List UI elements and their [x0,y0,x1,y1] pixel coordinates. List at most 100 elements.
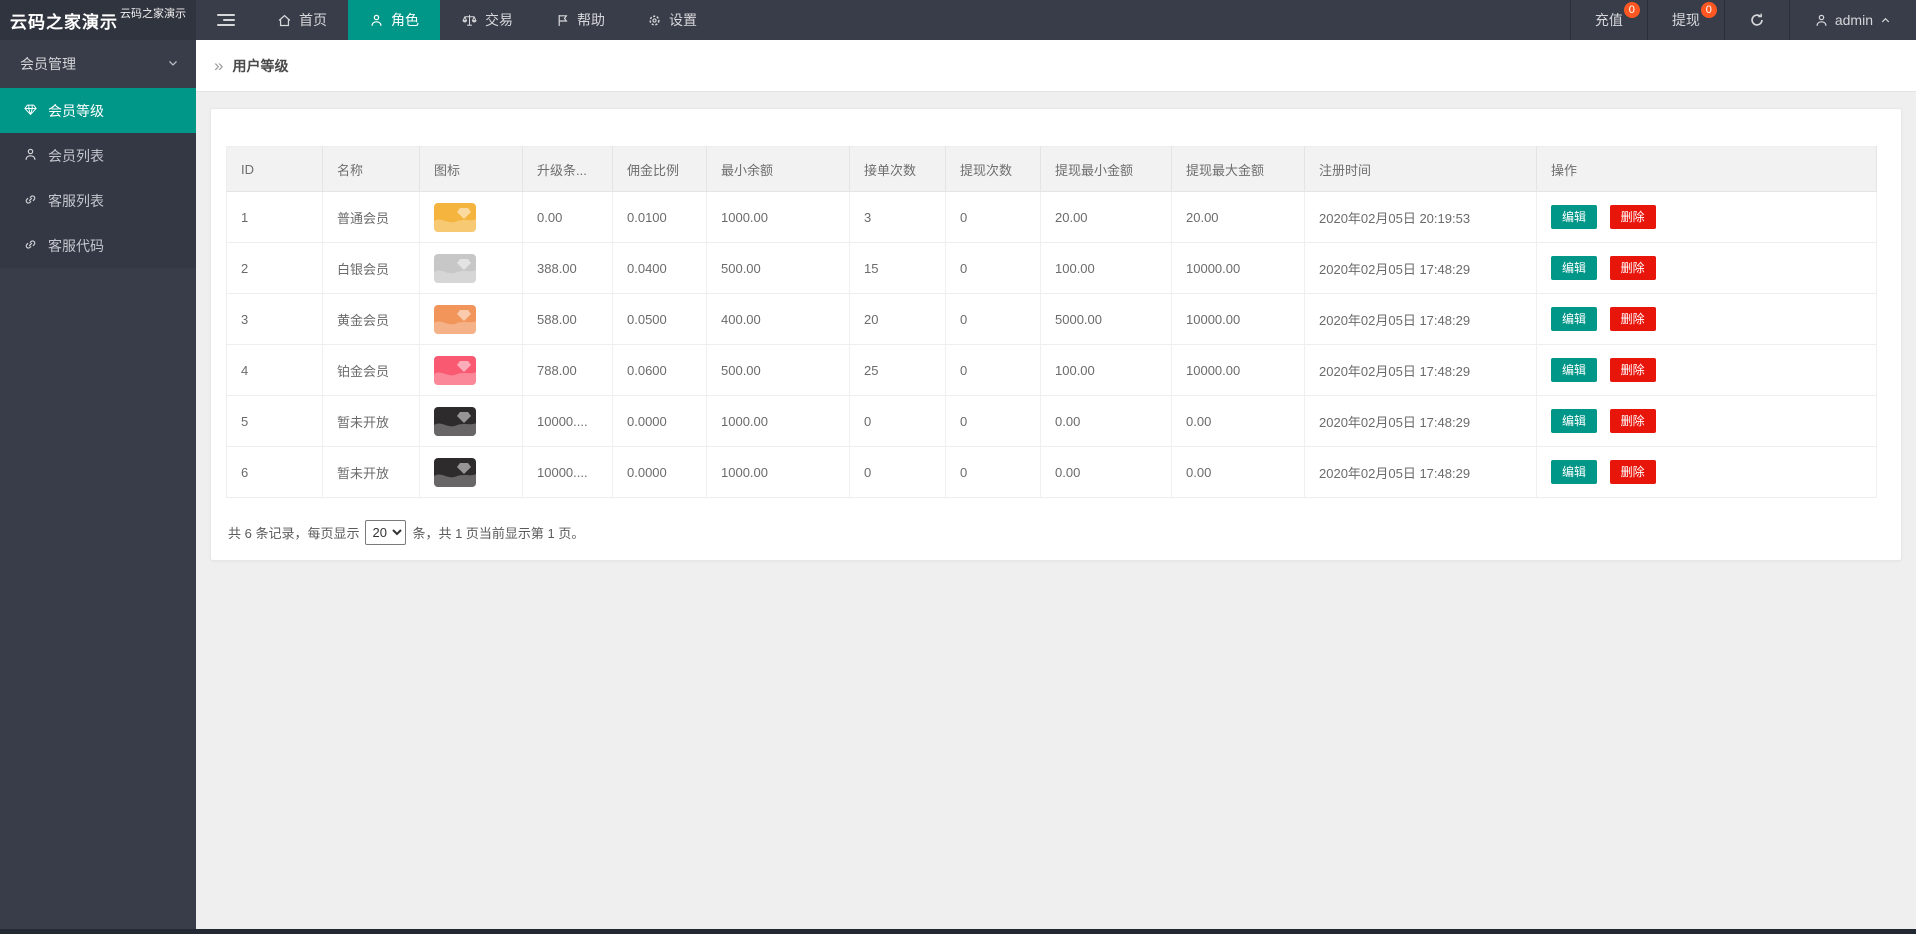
cell-reg-time: 2020年02月05日 17:48:29 [1305,396,1537,447]
edit-button[interactable]: 编辑 [1551,256,1597,280]
edit-button[interactable]: 编辑 [1551,358,1597,382]
refresh-button[interactable] [1724,0,1789,40]
cell-id: 5 [227,396,323,447]
nav-item-trade[interactable]: 交易 [440,0,534,40]
cell-icon [420,192,523,243]
member-card-icon [434,305,476,334]
column-header-commission: 佣金比例 [613,147,707,192]
bottom-bar [0,929,1916,934]
member-card-icon [434,407,476,436]
cell-name: 普通会员 [323,192,420,243]
nav-item-recharge[interactable]: 充值 0 [1570,0,1647,40]
delete-button[interactable]: 删除 [1610,460,1656,484]
double-chevron-icon: » [214,56,223,76]
withdraw-label: 提现 [1672,10,1700,30]
refresh-icon [1749,12,1765,28]
cell-icon [420,396,523,447]
cell-withdraw-count: 0 [946,396,1041,447]
pagination: 共 6 条记录，每页显示 20 条，共 1 页当前显示第 1 页。 [226,520,1886,545]
cell-orders: 0 [850,447,946,498]
gear-icon [647,13,662,28]
table-row: 2 白银会员 388.00 0.0400 500.00 15 0 100.00 … [227,243,1877,294]
nav-item-settings[interactable]: 设置 [626,0,718,40]
per-page-select[interactable]: 20 [365,520,406,545]
cell-withdraw-min: 5000.00 [1041,294,1172,345]
table-body: 1 普通会员 0.00 0.0100 1000.00 3 0 20.00 20.… [227,192,1877,498]
navbar-right: 充值 0 提现 0 admin [1570,0,1916,40]
nav-item-label: 角色 [391,10,419,30]
edit-button[interactable]: 编辑 [1551,205,1597,229]
cell-name: 暂未开放 [323,447,420,498]
user-icon [23,147,38,165]
nav-item-role[interactable]: 角色 [348,0,440,40]
cell-actions: 编辑 删除 [1537,243,1877,294]
cell-upgrade: 10000.... [523,447,613,498]
nav-item-help[interactable]: 帮助 [534,0,626,40]
delete-button[interactable]: 删除 [1610,409,1656,433]
delete-button[interactable]: 删除 [1610,358,1656,382]
cell-commission: 0.0600 [613,345,707,396]
edit-button[interactable]: 编辑 [1551,460,1597,484]
withdraw-badge: 0 [1701,2,1717,18]
sidebar-item-service-list[interactable]: 客服列表 [0,178,196,223]
cell-actions: 编辑 删除 [1537,345,1877,396]
cell-commission: 0.0500 [613,294,707,345]
sidebar-item-member-level[interactable]: 会员等级 [0,88,196,133]
cell-orders: 0 [850,396,946,447]
cell-commission: 0.0000 [613,447,707,498]
member-card-icon [434,458,476,487]
column-header-withdraw-count: 提现次数 [946,147,1041,192]
cell-id: 6 [227,447,323,498]
column-header-reg-time: 注册时间 [1305,147,1537,192]
edit-button[interactable]: 编辑 [1551,307,1597,331]
page-title: 用户等级 [232,56,288,76]
nav-item-withdraw[interactable]: 提现 0 [1647,0,1724,40]
cell-withdraw-count: 0 [946,243,1041,294]
user-icon [369,13,384,28]
cell-withdraw-max: 0.00 [1172,396,1305,447]
sidebar-item-service-code[interactable]: 客服代码 [0,223,196,268]
column-header-name: 名称 [323,147,420,192]
sidebar: 会员管理 会员等级 会员列表 客服列表 客服代码 [0,40,196,934]
sidebar-group-label: 会员管理 [20,54,76,74]
pagination-suffix: 条，共 1 页当前显示第 1 页。 [412,523,584,542]
sidebar-toggle-button[interactable] [196,0,256,40]
table-row: 4 铂金会员 788.00 0.0600 500.00 25 0 100.00 … [227,345,1877,396]
nav-item-label: 设置 [669,10,697,30]
recharge-label: 充值 [1595,10,1623,30]
sidebar-item-member-list[interactable]: 会员列表 [0,133,196,178]
cell-min-balance: 1000.00 [707,447,850,498]
delete-button[interactable]: 删除 [1610,256,1656,280]
member-card-icon [434,356,476,385]
delete-button[interactable]: 删除 [1610,307,1656,331]
cell-withdraw-count: 0 [946,192,1041,243]
cell-name: 黄金会员 [323,294,420,345]
cell-actions: 编辑 删除 [1537,294,1877,345]
cell-reg-time: 2020年02月05日 17:48:29 [1305,447,1537,498]
nav-item-home[interactable]: 首页 [256,0,348,40]
scales-icon [461,13,478,28]
app-title: 云码之家演示 [10,8,118,33]
column-header-actions: 操作 [1537,147,1877,192]
pagination-prefix: 共 6 条记录，每页显示 [228,523,359,542]
column-header-min-balance: 最小余额 [707,147,850,192]
cell-reg-time: 2020年02月05日 20:19:53 [1305,192,1537,243]
cell-orders: 20 [850,294,946,345]
menu-icon [217,14,235,26]
cell-actions: 编辑 删除 [1537,192,1877,243]
app-subtitle: 云码之家演示 [120,5,186,21]
nav-item-label: 交易 [485,10,513,30]
edit-button[interactable]: 编辑 [1551,409,1597,433]
sidebar-group-member-management[interactable]: 会员管理 [0,40,196,88]
chevron-down-icon [166,56,180,73]
user-menu[interactable]: admin [1789,0,1916,40]
delete-button[interactable]: 删除 [1610,205,1656,229]
cell-min-balance: 500.00 [707,243,850,294]
cell-id: 1 [227,192,323,243]
cell-withdraw-max: 10000.00 [1172,243,1305,294]
table-card: ID 名称 图标 升级条... 佣金比例 最小余额 接单次数 提现次数 提现最小… [210,108,1902,561]
nav-item-label: 首页 [299,10,327,30]
cell-orders: 25 [850,345,946,396]
cell-icon [420,447,523,498]
cell-upgrade: 588.00 [523,294,613,345]
